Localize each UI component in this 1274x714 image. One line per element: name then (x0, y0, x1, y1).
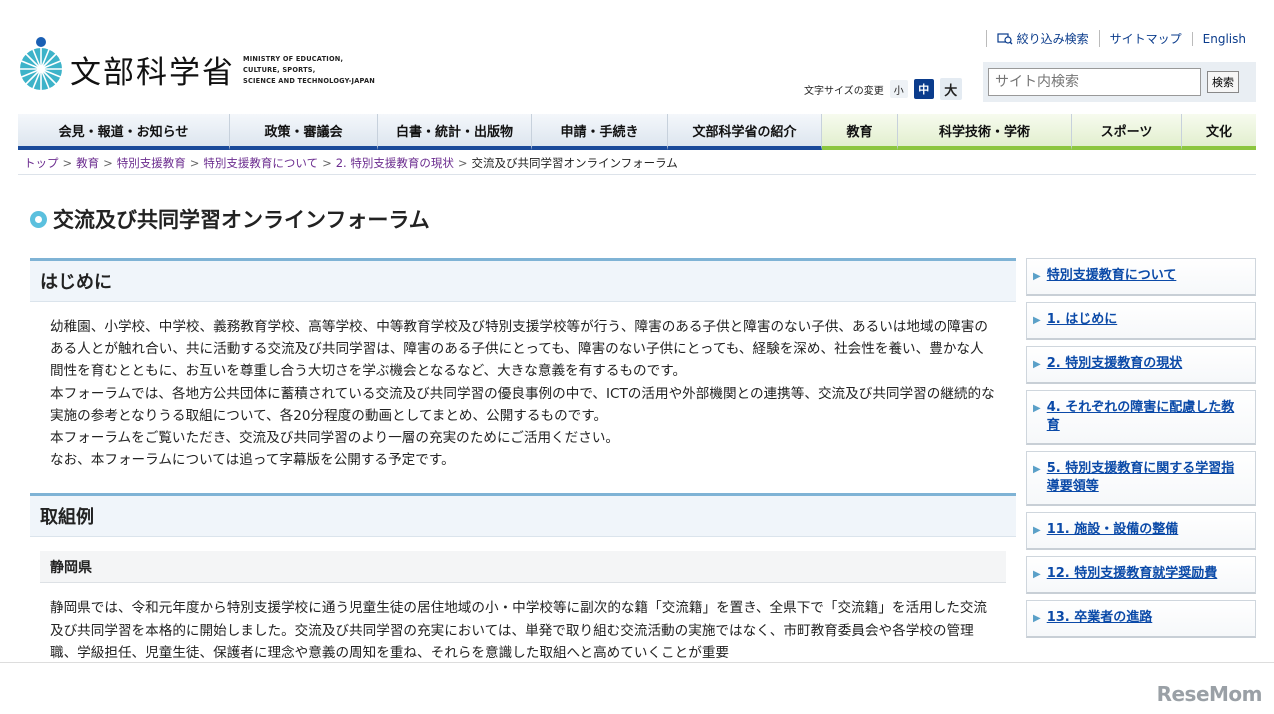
logo-name-jp: 文部科学省 (70, 54, 235, 91)
side-nav-link[interactable]: 2. 特別支援教育の現状 (1047, 355, 1183, 373)
side-nav: ▶ 特別支援教育について ▶ 1. はじめに ▶ 2. 特別支援教育の現状 ▶ 4. そ… (1026, 258, 1256, 644)
gnav-publications[interactable]: 白書・統計・出版物 (378, 114, 532, 150)
side-nav-link[interactable]: 12. 特別支援教育就学奨励費 (1047, 565, 1218, 583)
arrow-right-icon: ▶ (1033, 359, 1041, 370)
section-heading-examples: 取組例 (30, 493, 1016, 538)
breadcrumb-separator: > (189, 156, 200, 170)
side-nav-item[interactable]: ▶ 特別支援教育について (1026, 258, 1256, 296)
logo-en-line: MINISTRY OF EDUCATION, (243, 54, 344, 63)
utility-links: 絞り込み検索 サイトマップ English (985, 30, 1256, 47)
mext-logo-icon (20, 37, 62, 90)
gnav-applications[interactable]: 申請・手続き (532, 114, 668, 150)
section-heading-intro: はじめに (30, 258, 1016, 302)
gnav-policy[interactable]: 政策・審議会 (230, 114, 378, 150)
intro-paragraph: 本フォーラムでは、各地方公共団体に蓄積されている交流及び共同学習の優良事例の中で… (50, 385, 995, 424)
arrow-right-icon: ▶ (1033, 315, 1041, 326)
breadcrumb-current: 交流及び共同学習オンラインフォーラム (471, 156, 678, 170)
site-search: 検索 (983, 62, 1256, 102)
font-size-large-button[interactable]: 大 (939, 78, 962, 100)
breadcrumb-special-support[interactable]: 特別支援教育 (117, 155, 186, 171)
intro-paragraph: 本フォーラムをご覧いただき、交流及び共同学習のより一層の充実のためにご活用くださ… (50, 430, 620, 447)
side-nav-item[interactable]: ▶ 13. 卒業者の進路 (1026, 600, 1256, 638)
side-nav-link[interactable]: 11. 施設・設備の整備 (1047, 521, 1179, 539)
intro-body: 幼稚園、小学校、中学校、義務教育学校、高等学校、中等教育学校及び特別支援学校等が… (30, 302, 1016, 485)
breadcrumb-separator: > (322, 156, 332, 170)
breadcrumb-top[interactable]: トップ (24, 155, 59, 171)
search-input[interactable] (988, 68, 1201, 96)
side-nav-item[interactable]: ▶ 12. 特別支援教育就学奨励費 (1026, 556, 1256, 594)
shizuoka-paragraph: 静岡県では、令和元年度から特別支援学校に通う児童生徒の居住地域の小・中学校等に副… (50, 600, 988, 661)
global-nav: 会見・報道・お知らせ 政策・審議会 白書・統計・出版物 申請・手続き 文部科学省… (18, 114, 1256, 150)
gnav-press[interactable]: 会見・報道・お知らせ (18, 114, 230, 150)
side-nav-link[interactable]: 13. 卒業者の進路 (1047, 609, 1153, 627)
breadcrumb-separator: > (457, 156, 468, 170)
resemom-watermark: ReseMom (1156, 682, 1263, 706)
subheading-shizuoka: 静岡県 (40, 551, 1006, 584)
bottom-band (0, 663, 1274, 714)
arrow-right-icon: ▶ (1033, 403, 1041, 414)
breadcrumb-separator: > (103, 156, 113, 170)
breadcrumb-separator: > (62, 156, 73, 170)
side-nav-item[interactable]: ▶ 5. 特別支援教育に関する学習指導要領等 (1026, 451, 1256, 506)
logo-name-en: MINISTRY OF EDUCATION, CULTURE, SPORTS, … (243, 54, 375, 87)
breadcrumb-about-special-support[interactable]: 特別支援教育について (203, 155, 318, 171)
advanced-search-link[interactable]: 絞り込み検索 (985, 30, 1099, 47)
breadcrumb-divider (18, 174, 1256, 175)
title-bullet-icon (30, 210, 47, 228)
arrow-right-icon: ▶ (1033, 525, 1041, 536)
site-logo[interactable]: 文部科学省 MINISTRY OF EDUCATION, CULTURE, SP… (18, 36, 375, 92)
bottom-divider (0, 662, 1274, 663)
page-title-text: 交流及び共同学習オンラインフォーラム (53, 208, 430, 232)
page-title: 交流及び共同学習オンラインフォーラム (30, 204, 430, 234)
logo-en-line: SCIENCE AND TECHNOLOGY-JAPAN (243, 76, 375, 85)
sitemap-link[interactable]: サイトマップ (1098, 30, 1192, 47)
side-nav-link[interactable]: 特別支援教育について (1047, 267, 1177, 285)
intro-paragraph: なお、本フォーラムについては追って字幕版を公開する予定です。 (50, 452, 455, 469)
side-nav-link[interactable]: 5. 特別支援教育に関する学習指導要領等 (1047, 460, 1247, 496)
font-size-medium-button[interactable]: 中 (913, 79, 934, 99)
gnav-science[interactable]: 科学技術・学術 (898, 114, 1072, 150)
font-size-switcher: 文字サイズの変更 小 中 大 (804, 78, 962, 100)
gnav-sports[interactable]: スポーツ (1072, 114, 1182, 150)
font-size-small-button[interactable]: 小 (889, 80, 908, 98)
arrow-right-icon: ▶ (1033, 464, 1041, 475)
side-nav-item[interactable]: ▶ 2. 特別支援教育の現状 (1026, 346, 1256, 384)
english-link[interactable]: English (1191, 31, 1256, 46)
side-nav-link[interactable]: 1. はじめに (1047, 311, 1118, 329)
logo-en-line: CULTURE, SPORTS, (243, 65, 316, 74)
arrow-right-icon: ▶ (1033, 569, 1041, 580)
breadcrumb: トップ > 教育 > 特別支援教育 > 特別支援教育について > 2. 特別支援… (24, 155, 678, 171)
advanced-search-label: 絞り込み検索 (1016, 32, 1089, 46)
side-nav-item[interactable]: ▶ 4. それぞれの障害に配慮した教育 (1026, 390, 1256, 445)
gnav-culture[interactable]: 文化 (1182, 114, 1256, 150)
gnav-education[interactable]: 教育 (822, 114, 898, 150)
side-nav-item[interactable]: ▶ 11. 施設・設備の整備 (1026, 512, 1256, 550)
search-filter-icon (997, 32, 1013, 44)
gnav-about[interactable]: 文部科学省の紹介 (668, 114, 822, 150)
side-nav-link[interactable]: 4. それぞれの障害に配慮した教育 (1047, 399, 1247, 435)
side-nav-item[interactable]: ▶ 1. はじめに (1026, 302, 1256, 340)
arrow-right-icon: ▶ (1033, 271, 1041, 282)
breadcrumb-current-status[interactable]: 2. 特別支援教育の現状 (336, 155, 454, 171)
intro-paragraph: 幼稚園、小学校、中学校、義務教育学校、高等学校、中等教育学校及び特別支援学校等が… (50, 319, 988, 380)
font-size-label: 文字サイズの変更 (804, 85, 884, 97)
main-content: はじめに 幼稚園、小学校、中学校、義務教育学校、高等学校、中等教育学校及び特別支… (30, 258, 1016, 678)
arrow-right-icon: ▶ (1033, 613, 1041, 624)
breadcrumb-education[interactable]: 教育 (76, 155, 99, 171)
search-button[interactable]: 検索 (1207, 71, 1239, 93)
